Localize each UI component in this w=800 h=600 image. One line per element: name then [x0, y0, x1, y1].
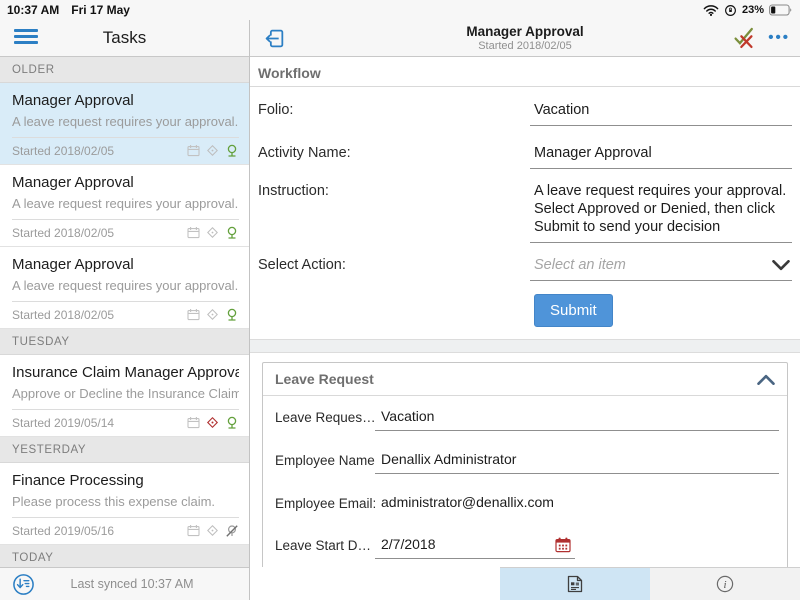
detail-header: Manager Approval Started 2018/02/05 •••: [250, 20, 800, 57]
task-description: A leave request requires your approval. …: [12, 277, 239, 294]
last-synced-label: Last synced 10:37 AM: [35, 577, 249, 591]
section-header-yesterday: YESTERDAY: [0, 437, 249, 463]
tab-info[interactable]: i: [650, 568, 800, 600]
detail-title: Manager Approval: [250, 23, 800, 40]
panel-title: Tasks: [103, 28, 146, 48]
priority-diamond-icon: [206, 226, 219, 239]
online-tree-icon: [225, 308, 239, 322]
task-list-header: Tasks: [0, 20, 249, 57]
sync-footer: Last synced 10:37 AM: [0, 567, 249, 600]
bottom-tab-bar: i: [500, 567, 800, 600]
task-row[interactable]: Manager Approval A leave request require…: [0, 83, 249, 165]
task-row[interactable]: Manager Approval A leave request require…: [0, 165, 249, 247]
section-header-older: OLDER: [0, 57, 249, 83]
priority-diamond-icon: [206, 524, 219, 537]
task-row[interactable]: Insurance Claim Manager Approval Approve…: [0, 355, 249, 437]
date-picker-calendar-icon[interactable]: [555, 537, 571, 553]
submit-button[interactable]: Submit: [534, 294, 613, 327]
chevron-up-icon[interactable]: [757, 374, 775, 385]
online-tree-icon: [225, 144, 239, 158]
task-row[interactable]: Manager Approval A leave request require…: [0, 247, 249, 329]
priority-high-diamond-icon: [206, 416, 219, 429]
task-title: Finance Processing: [12, 472, 239, 490]
folio-label: Folio:: [258, 101, 530, 118]
employee-email-label: Employee Email:: [275, 494, 375, 511]
priority-diamond-icon: [206, 144, 219, 157]
select-action-label: Select Action:: [258, 256, 530, 273]
due-date-calendar-icon: [187, 226, 200, 239]
employee-name-label: Employee Name:: [275, 451, 375, 468]
due-date-calendar-icon: [187, 524, 200, 537]
wifi-icon: [703, 4, 719, 16]
svg-text:i: i: [723, 579, 726, 591]
leave-start-date-input[interactable]: 2/7/2018: [375, 536, 575, 559]
status-date: Fri 17 May: [71, 3, 130, 17]
clock: 10:37 AM: [7, 3, 59, 17]
task-title: Manager Approval: [12, 174, 239, 192]
task-started: Started 2018/02/05: [12, 144, 114, 158]
chevron-down-icon: [772, 260, 790, 271]
battery-percent: 23%: [742, 4, 764, 16]
online-tree-icon: [225, 226, 239, 240]
instruction-label: Instruction:: [258, 182, 530, 199]
task-description: A leave request requires your approval. …: [12, 195, 239, 212]
task-list-panel: Tasks OLDER Manager Approval A leave req…: [0, 20, 250, 600]
card-title: Leave Request: [275, 371, 374, 387]
leave-request-card-header[interactable]: Leave Request: [263, 363, 787, 396]
workflow-heading: Workflow: [250, 57, 800, 87]
task-description: Approve or Decline the Insurance Claim.: [12, 385, 239, 402]
task-started: Started 2018/02/05: [12, 226, 114, 240]
more-options-icon[interactable]: •••: [768, 26, 790, 50]
leave-request-type-input[interactable]: Vacation: [375, 408, 779, 431]
rotation-lock-icon: [724, 4, 737, 17]
activity-name-label: Activity Name:: [258, 144, 530, 161]
task-description: A leave request requires your approval. …: [12, 113, 239, 130]
task-title: Manager Approval: [12, 92, 239, 110]
online-tree-icon: [225, 416, 239, 430]
tab-form[interactable]: [500, 568, 650, 600]
employee-name-input[interactable]: Denallix Administrator: [375, 451, 779, 474]
due-date-calendar-icon: [187, 416, 200, 429]
task-title: Manager Approval: [12, 256, 239, 274]
status-bar: 10:37 AM Fri 17 May 23%: [0, 0, 800, 20]
instruction-line: Select Approved or Denied, then click: [534, 200, 790, 218]
task-started: Started 2019/05/16: [12, 524, 114, 538]
leave-request-card: Leave Request Leave Reques… Vacation Emp…: [262, 362, 788, 567]
battery-icon: [769, 4, 793, 16]
app-screen: 10:37 AM Fri 17 May 23%: [0, 0, 800, 600]
priority-diamond-icon: [206, 308, 219, 321]
menu-icon[interactable]: [14, 29, 38, 47]
task-started: Started 2019/05/14: [12, 416, 114, 430]
select-action-dropdown[interactable]: Select an item: [530, 256, 792, 281]
due-date-calendar-icon: [187, 308, 200, 321]
info-icon: i: [715, 574, 735, 594]
detail-subtitle: Started 2018/02/05: [250, 40, 800, 53]
leave-request-type-label: Leave Reques…: [275, 408, 375, 425]
activity-name-input[interactable]: Manager Approval: [530, 144, 792, 169]
instruction-line: Submit to send your decision: [534, 218, 790, 236]
task-started: Started 2018/02/05: [12, 308, 114, 322]
workflow-form: Folio: Vacation Activity Name: Manager A…: [250, 101, 800, 327]
task-detail-panel: Manager Approval Started 2018/02/05 ••• …: [250, 20, 800, 600]
task-row[interactable]: Finance Processing Please process this e…: [0, 463, 249, 545]
section-divider: [250, 339, 800, 353]
folio-input[interactable]: Vacation: [530, 101, 792, 126]
due-date-calendar-icon: [187, 144, 200, 157]
section-header-tuesday: TUESDAY: [0, 329, 249, 355]
leave-start-date-value: 2/7/2018: [381, 536, 555, 553]
task-title: Insurance Claim Manager Approval: [12, 364, 239, 382]
detail-body: Workflow Folio: Vacation Activity Name: …: [250, 57, 800, 567]
task-list: OLDER Manager Approval A leave request r…: [0, 57, 249, 600]
leave-start-date-label: Leave Start D…: [275, 536, 375, 553]
approve-reject-icon[interactable]: [732, 26, 756, 50]
form-document-icon: [565, 574, 585, 594]
task-description: Please process this expense claim.: [12, 493, 239, 510]
employee-email-value: administrator@denallix.com: [375, 494, 779, 516]
instruction-text: A leave request requires your approval. …: [530, 182, 792, 243]
dropdown-placeholder: Select an item: [534, 256, 772, 274]
offline-tree-icon: [225, 524, 239, 538]
sync-icon[interactable]: [12, 573, 35, 596]
instruction-line: A leave request requires your approval.: [534, 182, 790, 200]
